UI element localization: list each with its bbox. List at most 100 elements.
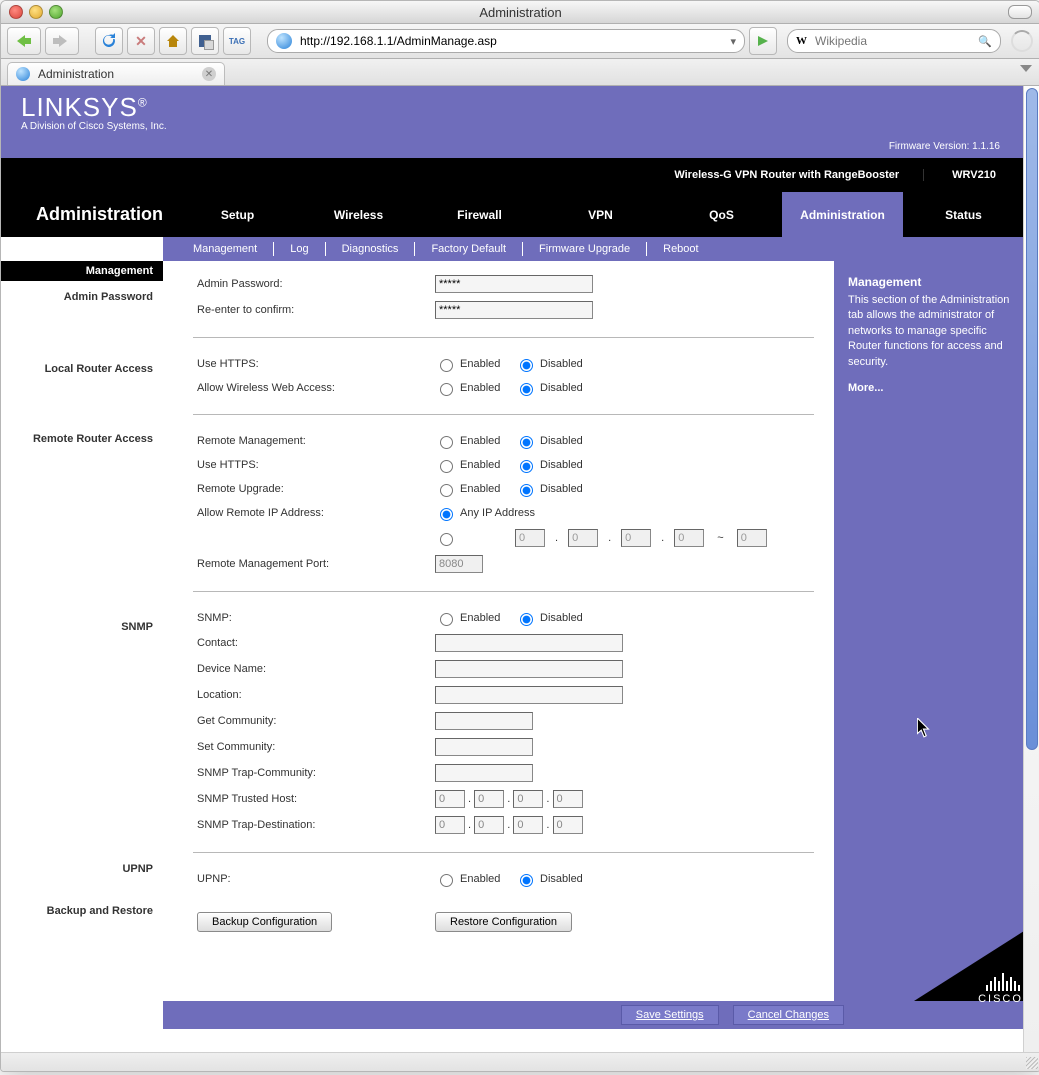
any-ip-radio[interactable]: Any IP Address (435, 505, 535, 521)
forward-button[interactable] (45, 27, 79, 55)
firmware-version: Firmware Version: 1.1.16 (889, 141, 1000, 152)
search-icon[interactable]: 🔍 (978, 35, 992, 48)
admin-password-label: Admin Password: (193, 271, 431, 297)
subtab-factory-default[interactable]: Factory Default (415, 242, 523, 256)
backup-button[interactable]: Backup Configuration (197, 912, 332, 932)
close-tab-button[interactable]: ✕ (202, 67, 216, 81)
browser-tab[interactable]: Administration ✕ (7, 62, 225, 85)
allow-wireless-enabled[interactable]: Enabled (435, 380, 505, 396)
upnp-disabled[interactable]: Disabled (515, 871, 585, 887)
url-bar[interactable]: ▾ (267, 29, 745, 53)
window-title: Administration (1, 5, 1039, 20)
use-https-enabled[interactable]: Enabled (435, 356, 505, 372)
remote-port-label: Remote Management Port: (193, 551, 431, 577)
window-footer (1, 1052, 1039, 1071)
snmp-enabled[interactable]: Enabled (435, 610, 505, 626)
vertical-scrollbar[interactable] (1023, 86, 1039, 1053)
trusted-host-1[interactable] (435, 790, 465, 808)
trusted-host-4[interactable] (553, 790, 583, 808)
subtab-reboot[interactable]: Reboot (647, 242, 714, 256)
ip-oct-range[interactable] (737, 529, 767, 547)
stop-button[interactable]: ✕ (127, 27, 155, 55)
trap-dest-label: SNMP Trap-Destination: (193, 812, 431, 838)
tab-setup[interactable]: Setup (177, 192, 298, 237)
search-bar[interactable]: W 🔍 (787, 29, 1001, 53)
go-button[interactable] (749, 27, 777, 55)
trap-dest-1[interactable] (435, 816, 465, 834)
subtab-management[interactable]: Management (177, 242, 274, 256)
remote-upgrade-disabled[interactable]: Disabled (515, 481, 585, 497)
allow-wireless-disabled[interactable]: Disabled (515, 380, 585, 396)
trap-dest-4[interactable] (553, 816, 583, 834)
trap-community-input[interactable] (435, 764, 533, 782)
tab-status[interactable]: Status (903, 192, 1024, 237)
resize-handle[interactable] (1026, 1057, 1038, 1069)
trap-dest-3[interactable] (513, 816, 543, 834)
trusted-host-2[interactable] (474, 790, 504, 808)
subtab-log[interactable]: Log (274, 242, 325, 256)
ip-oct-4[interactable] (674, 529, 704, 547)
page-title: Administration (1, 192, 177, 237)
remote-https-disabled[interactable]: Disabled (515, 457, 585, 473)
location-input[interactable] (435, 686, 623, 704)
admin-password-section: Admin Password: Re-enter to confirm: (193, 271, 814, 323)
trap-dest-2[interactable] (474, 816, 504, 834)
specific-ip-radio[interactable] (435, 530, 505, 546)
get-community-input[interactable] (435, 712, 533, 730)
url-dropdown-icon[interactable]: ▾ (730, 35, 736, 48)
help-title: Management (848, 275, 1010, 289)
use-https-disabled[interactable]: Disabled (515, 356, 585, 372)
local-access-section: Use HTTPS: Enabled Disabled Allow Wirele… (193, 352, 814, 400)
side-remote-access: Remote Router Access (1, 433, 163, 445)
snmp-disabled[interactable]: Disabled (515, 610, 585, 626)
trap-community-label: SNMP Trap-Community: (193, 760, 431, 786)
home-button[interactable] (159, 27, 187, 55)
reload-button[interactable] (95, 27, 123, 55)
contact-label: Contact: (193, 630, 431, 656)
search-input[interactable] (813, 33, 972, 49)
reenter-password-input[interactable] (435, 301, 593, 319)
remote-https-enabled[interactable]: Enabled (435, 457, 505, 473)
use-https-label: Use HTTPS: (193, 352, 431, 376)
ip-oct-2[interactable] (568, 529, 598, 547)
set-community-label: Set Community: (193, 734, 431, 760)
back-button[interactable] (7, 27, 41, 55)
subtab-firmware-upgrade[interactable]: Firmware Upgrade (523, 242, 647, 256)
remote-port-input[interactable] (435, 555, 483, 573)
upnp-enabled[interactable]: Enabled (435, 871, 505, 887)
remote-mgmt-enabled[interactable]: Enabled (435, 433, 505, 449)
bookmark-button[interactable] (191, 27, 219, 55)
trusted-host-3[interactable] (513, 790, 543, 808)
toolbar-pill-button[interactable] (1008, 5, 1032, 19)
set-community-input[interactable] (435, 738, 533, 756)
restore-button[interactable]: Restore Configuration (435, 912, 572, 932)
remote-mgmt-disabled[interactable]: Disabled (515, 433, 585, 449)
ip-oct-1[interactable] (515, 529, 545, 547)
tag-button[interactable]: TAG (223, 27, 251, 55)
allow-wireless-label: Allow Wireless Web Access: (193, 376, 431, 400)
cancel-changes-button[interactable]: Cancel Changes (733, 1005, 844, 1025)
main-tabs: Setup Wireless Firewall VPN QoS Administ… (177, 192, 1024, 237)
model-label: WRV210 (923, 169, 1024, 181)
save-settings-button[interactable]: Save Settings (621, 1005, 719, 1025)
tab-firewall[interactable]: Firewall (419, 192, 540, 237)
help-panel: Management This section of the Administr… (834, 261, 1024, 1001)
upnp-section: UPNP: Enabled Disabled (193, 867, 814, 891)
tab-administration[interactable]: Administration (782, 192, 903, 237)
admin-password-input[interactable] (435, 275, 593, 293)
contact-input[interactable] (435, 634, 623, 652)
remote-upgrade-enabled[interactable]: Enabled (435, 481, 505, 497)
device-name-input[interactable] (435, 660, 623, 678)
scrollbar-thumb[interactable] (1026, 88, 1038, 750)
linksys-logo: LINKSYS® (21, 92, 1004, 123)
side-backup: Backup and Restore (1, 905, 163, 917)
help-more-link[interactable]: More... (848, 382, 883, 394)
ip-oct-3[interactable] (621, 529, 651, 547)
url-input[interactable] (298, 33, 724, 49)
tab-wireless[interactable]: Wireless (298, 192, 419, 237)
remote-access-section: Remote Management: Enabled Disabled Use … (193, 429, 814, 577)
tab-vpn[interactable]: VPN (540, 192, 661, 237)
trusted-host-label: SNMP Trusted Host: (193, 786, 431, 812)
subtab-diagnostics[interactable]: Diagnostics (326, 242, 416, 256)
tab-qos[interactable]: QoS (661, 192, 782, 237)
